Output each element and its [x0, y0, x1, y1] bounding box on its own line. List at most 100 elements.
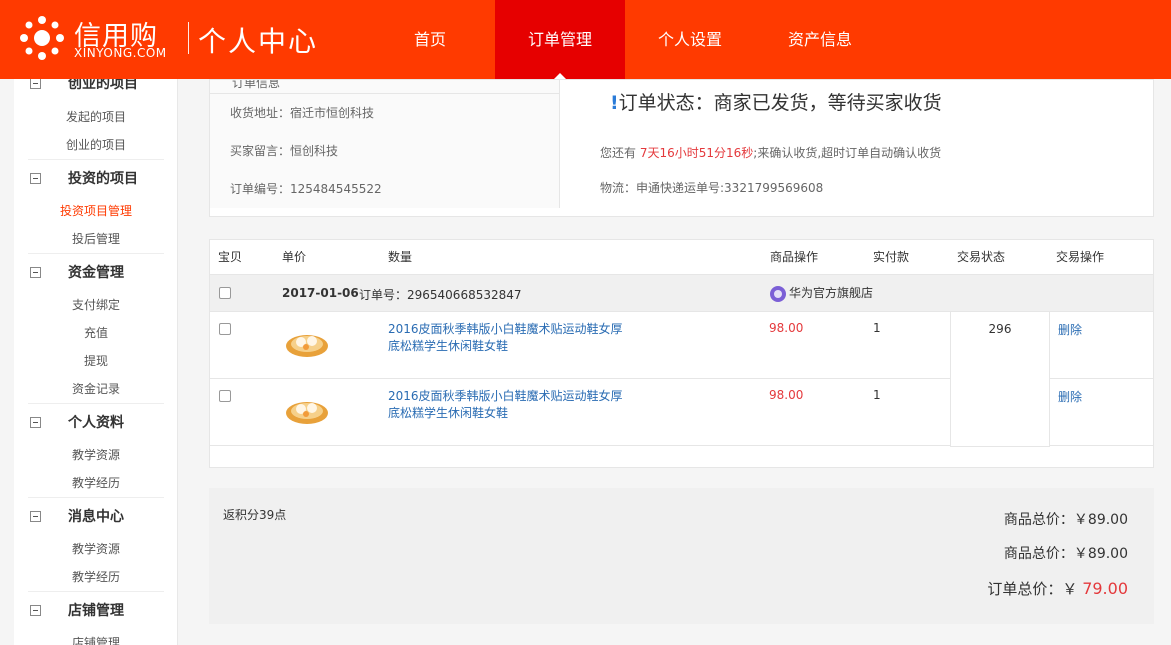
sidebar-item-invest-manage[interactable]: 投资项目管理 — [14, 197, 177, 225]
collapse-icon[interactable] — [30, 605, 41, 616]
section-title: 个人中心 — [198, 25, 319, 58]
shipping-address: 收货地址：宿迁市恒创科技 — [230, 106, 375, 120]
reward-points: 返积分39点 — [223, 508, 287, 522]
nav-home[interactable]: 首页 — [365, 0, 495, 79]
delete-link[interactable]: 删除 — [1050, 379, 1153, 446]
logo-subtitle: XINYONG.COM — [74, 46, 167, 60]
sidebar-group-title: 消息中心 — [68, 509, 124, 525]
item-quantity: 1 — [873, 388, 881, 402]
sidebar-group-header[interactable]: 消息中心 — [28, 497, 164, 535]
sidebar-group-messages: 消息中心 教学资源 教学经历 — [14, 497, 177, 591]
product-name-link[interactable]: 2016皮面秋季韩版小白鞋魔术贴运动鞋女厚底松糕学生休闲鞋女鞋 — [388, 321, 628, 355]
sidebar-group-store: 店铺管理 店铺管理 — [14, 591, 177, 645]
sidebar-item-teaching-resources[interactable]: 教学资源 — [14, 535, 177, 563]
sidebar-item-teaching-resources[interactable]: 教学资源 — [14, 441, 177, 469]
shop-name-text: 华为官方旗舰店 — [789, 286, 874, 300]
countdown-time: 7天16小时51分16秒 — [639, 146, 754, 160]
collapse-icon[interactable] — [30, 417, 41, 428]
countdown-suffix: ;来确认收货,超时订单自动确认收货 — [753, 146, 942, 160]
logistics-info: 物流：申通快递运单号:3321799569608 — [600, 181, 824, 195]
sidebar-group-profile: 个人资料 教学资源 教学经历 — [14, 403, 177, 497]
sidebar-group-title: 资金管理 — [68, 265, 124, 281]
sidebar-item-teaching-experience[interactable]: 教学经历 — [14, 469, 177, 497]
paid-amount: 296 — [950, 312, 1050, 447]
product-thumbnail[interactable] — [284, 393, 330, 427]
site-logo[interactable]: 信用购 XINYONG.COM — [18, 14, 178, 64]
sidebar-group-funds: 资金管理 支付绑定 充值 提现 资金记录 — [14, 253, 177, 403]
sidebar-group-header[interactable]: 个人资料 — [28, 403, 164, 441]
sidebar-item-withdraw[interactable]: 提现 — [14, 347, 177, 375]
sidebar-item-fund-records[interactable]: 资金记录 — [14, 375, 177, 403]
order-total-label: 订单总价：￥ — [987, 580, 1078, 598]
item-price: 98.00 — [769, 321, 804, 335]
confirm-countdown: 您还有 7天16小时51分16秒;来确认收货,超时订单自动确认收货 — [600, 144, 941, 161]
sidebar-group-header[interactable]: 投资的项目 — [28, 159, 164, 197]
order-checkbox[interactable] — [219, 287, 231, 299]
sidebar-item-launched-projects[interactable]: 发起的项目 — [14, 103, 177, 131]
nav-settings[interactable]: 个人设置 — [625, 0, 755, 79]
col-header-item-actions: 商品操作 — [770, 250, 819, 264]
nav-assets[interactable]: 资产信息 — [755, 0, 885, 79]
sidebar: 创业的项目 发起的项目 创业的项目 投资的项目 投资项目管理 投后管理 资金管理… — [14, 79, 178, 645]
order-total: 订单总价：￥ 79.00 — [987, 578, 1128, 599]
collapse-icon[interactable] — [30, 79, 41, 89]
order-info-header: 订单信息 — [210, 80, 559, 94]
order-date: 2017-01-06 — [282, 286, 359, 300]
order-total-amount: 79.00 — [1082, 579, 1128, 598]
buyer-message: 买家留言：恒创科技 — [230, 144, 339, 158]
table-row: 2016皮面秋季韩版小白鞋魔术贴运动鞋女厚底松糕学生休闲鞋女鞋 98.00 1 — [210, 379, 950, 446]
goods-total: 商品总价：￥89.00 — [1003, 546, 1128, 562]
goods-total: 商品总价：￥89.00 — [1003, 512, 1128, 528]
order-status-card: 订单信息 收货地址：宿迁市恒创科技 买家留言：恒创科技 订单编号：1254845… — [209, 79, 1154, 217]
sidebar-item-recharge[interactable]: 充值 — [14, 319, 177, 347]
shop-name[interactable]: 华为官方旗舰店 — [770, 284, 873, 302]
sidebar-group-invest: 投资的项目 投资项目管理 投后管理 — [14, 159, 177, 253]
order-group-row: 2017-01-06 订单号：296540668532847 华为官方旗舰店 — [210, 274, 1153, 312]
sidebar-group-header[interactable]: 创业的项目 — [28, 79, 164, 103]
sidebar-group-header[interactable]: 资金管理 — [28, 253, 164, 291]
sidebar-group-title: 投资的项目 — [68, 171, 138, 187]
order-info-panel: 订单信息 收货地址：宿迁市恒创科技 买家留言：恒创科技 订单编号：1254845… — [210, 80, 560, 208]
product-name-link[interactable]: 2016皮面秋季韩版小白鞋魔术贴运动鞋女厚底松糕学生休闲鞋女鞋 — [388, 388, 628, 422]
sidebar-group-title: 个人资料 — [68, 415, 124, 431]
collapse-icon[interactable] — [30, 511, 41, 522]
col-header-item: 宝贝 — [218, 250, 243, 264]
item-price: 98.00 — [769, 388, 804, 402]
order-table: 宝贝 单价 数量 商品操作 实付款 交易状态 交易操作 2017-01-06 订… — [209, 239, 1154, 468]
sidebar-item-teaching-experience[interactable]: 教学经历 — [14, 563, 177, 591]
col-header-price: 单价 — [282, 250, 307, 264]
item-quantity: 1 — [873, 321, 881, 335]
alert-icon: ! — [610, 92, 619, 114]
sidebar-group-title: 创业的项目 — [68, 79, 138, 92]
delete-link[interactable]: 删除 — [1050, 312, 1153, 379]
item-checkbox[interactable] — [219, 323, 231, 335]
item-checkbox[interactable] — [219, 390, 231, 402]
sidebar-group-header[interactable]: 店铺管理 — [28, 591, 164, 629]
order-group-number: 订单号：296540668532847 — [359, 288, 522, 302]
top-header: 信用购 XINYONG.COM 个人中心 首页 订单管理 个人设置 资产信息 — [0, 0, 1171, 79]
sidebar-item-post-invest[interactable]: 投后管理 — [14, 225, 177, 253]
main-nav: 首页 订单管理 个人设置 资产信息 — [365, 0, 885, 79]
col-header-paid: 实付款 — [873, 250, 910, 264]
order-status-text: 订单状态：商家已发货，等待买家收货 — [618, 92, 942, 114]
col-header-trade-actions: 交易操作 — [1056, 250, 1105, 264]
sidebar-group-startup: 创业的项目 发起的项目 创业的项目 — [14, 79, 177, 159]
logo-divider — [188, 22, 189, 54]
shop-icon — [770, 285, 786, 302]
order-status-title: !订单状态：商家已发货，等待买家收货 — [610, 88, 942, 115]
collapse-icon[interactable] — [30, 173, 41, 184]
sidebar-item-payment-binding[interactable]: 支付绑定 — [14, 291, 177, 319]
sidebar-group-title: 店铺管理 — [68, 603, 124, 619]
countdown-prefix: 您还有 — [600, 146, 640, 160]
col-header-qty: 数量 — [388, 250, 413, 264]
col-header-trade-status: 交易状态 — [957, 250, 1006, 264]
logo-icon — [20, 16, 64, 60]
collapse-icon[interactable] — [30, 267, 41, 278]
nav-orders[interactable]: 订单管理 — [495, 0, 625, 79]
table-row: 2016皮面秋季韩版小白鞋魔术贴运动鞋女厚底松糕学生休闲鞋女鞋 98.00 1 — [210, 312, 950, 379]
product-thumbnail[interactable] — [284, 326, 330, 360]
order-summary: 返积分39点 商品总价：￥89.00 商品总价：￥89.00 订单总价：￥ 79… — [209, 488, 1154, 624]
sidebar-item-store-manage[interactable]: 店铺管理 — [14, 629, 177, 645]
sidebar-item-startup-projects[interactable]: 创业的项目 — [14, 131, 177, 159]
order-number: 订单编号：125484545522 — [230, 182, 382, 196]
